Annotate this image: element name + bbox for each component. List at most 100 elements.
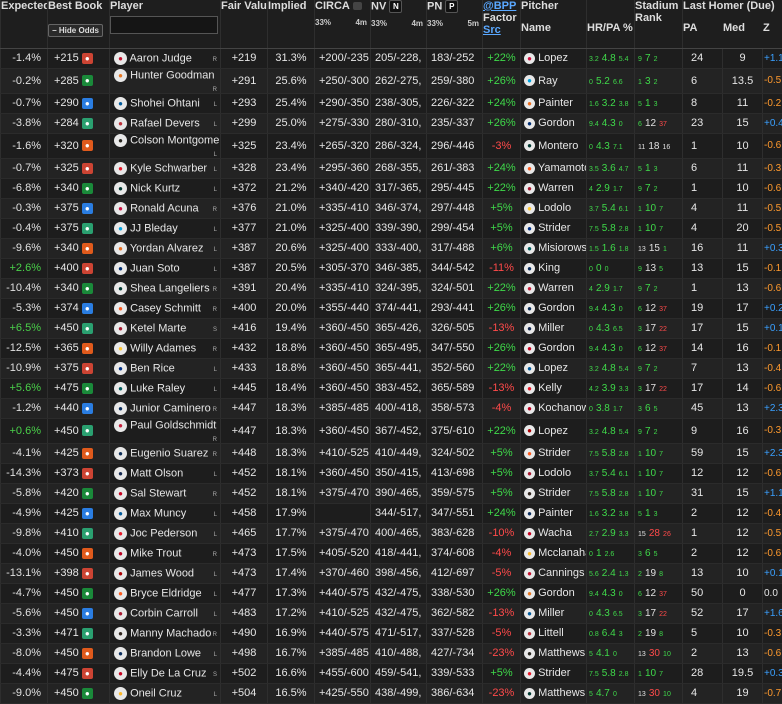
table-row[interactable]: -8.0%+450 ●● Brandon LoweL+49816.7%+385/… <box>1 643 782 663</box>
table-row[interactable]: -6.8%+340 ●● Nick KurtzL+37221.2%+340/-4… <box>1 178 782 198</box>
table-row[interactable]: -14.3%+373 ●● Matt OlsonL+45218.1%+360/-… <box>1 463 782 483</box>
player-cell[interactable]: ● Ronald AcunaR <box>110 198 221 218</box>
pitcher-cell[interactable]: ● Warren <box>521 178 587 198</box>
pitcher-name[interactable]: Warren <box>538 282 574 294</box>
player-cell[interactable]: ● Hunter GoodmanR <box>110 68 221 93</box>
pitcher-cell[interactable]: ● King <box>521 258 587 278</box>
best-book-cell[interactable]: +375 ● <box>48 358 110 378</box>
best-book-cell[interactable]: +373 ● <box>48 463 110 483</box>
pitcher-cell[interactable]: ● Strider <box>521 218 587 238</box>
pitcher-cell[interactable]: ● Gordon <box>521 113 587 133</box>
player-cell[interactable]: ● Elly De La CruzS <box>110 663 221 683</box>
table-row[interactable]: +0.6%+450 ●● Paul GoldschmidtR+44718.3%+… <box>1 418 782 443</box>
player-cell[interactable]: ● Oneil CruzL <box>110 683 221 703</box>
table-row[interactable]: -1.6%+320 ●● Colson Montgome…L+32523.4%+… <box>1 133 782 158</box>
best-book-cell[interactable]: +410 ● <box>48 523 110 543</box>
pitcher-name[interactable]: Gordon <box>538 117 575 129</box>
pitcher-name[interactable]: King <box>538 262 560 274</box>
player-cell[interactable]: ● JJ BledayL <box>110 218 221 238</box>
table-row[interactable]: -4.4%+475 ●● Elly De La CruzS+50216.6%+4… <box>1 663 782 683</box>
player-cell[interactable]: ● Aaron JudgeR <box>110 48 221 68</box>
table-row[interactable]: -1.2%+440 ●● Junior CamineroR+44718.3%+3… <box>1 398 782 418</box>
player-cell[interactable]: ● Paul GoldschmidtR <box>110 418 221 443</box>
player-name[interactable]: Brandon Lowe <box>130 647 201 659</box>
best-book-cell[interactable]: +375 ● <box>48 218 110 238</box>
pitcher-name[interactable]: Strider <box>538 487 570 499</box>
pitcher-name[interactable]: Mcclanahan <box>538 547 586 559</box>
player-name[interactable]: Mike Trout <box>130 547 181 559</box>
header-fair-value[interactable]: Fair Value <box>221 0 268 48</box>
table-row[interactable]: -0.7%+325 ●● Kyle SchwarberL+32823.4%+29… <box>1 158 782 178</box>
pitcher-name[interactable]: Montero <box>538 140 578 152</box>
pitcher-name[interactable]: Painter <box>538 507 573 519</box>
pitcher-name[interactable]: Gordon <box>538 587 575 599</box>
table-row[interactable]: -9.8%+410 ●● Joc PedersonL+46517.7%+375/… <box>1 523 782 543</box>
pitcher-cell[interactable]: ● Mcclanahan <box>521 543 587 563</box>
best-book-cell[interactable]: +340 ● <box>48 238 110 258</box>
player-cell[interactable]: ● James WoodL <box>110 563 221 583</box>
player-name[interactable]: Colson Montgome… <box>130 134 220 146</box>
header-expected-value[interactable]: Expected Value <box>1 0 48 48</box>
pitcher-cell[interactable]: ● Montero <box>521 133 587 158</box>
pitcher-name[interactable]: Strider <box>538 222 570 234</box>
player-name[interactable]: Hunter Goodman <box>130 69 214 81</box>
best-book-cell[interactable]: +475 ● <box>48 663 110 683</box>
bpp-link[interactable]: @BPP <box>483 0 520 12</box>
pitcher-cell[interactable]: ● Lodolo <box>521 463 587 483</box>
player-cell[interactable]: ● Sal StewartR <box>110 483 221 503</box>
best-book-cell[interactable]: +290 ● <box>48 93 110 113</box>
player-name[interactable]: Willy Adames <box>130 342 196 354</box>
player-cell[interactable]: ● Matt OlsonL <box>110 463 221 483</box>
best-book-cell[interactable]: +440 ● <box>48 398 110 418</box>
player-name[interactable]: Ronald Acuna <box>130 202 199 214</box>
best-book-cell[interactable]: +375 ● <box>48 198 110 218</box>
player-search-input[interactable] <box>110 16 218 34</box>
pitcher-name[interactable]: Strider <box>538 667 570 679</box>
pitcher-cell[interactable]: ● Ray <box>521 68 587 93</box>
pitcher-cell[interactable]: ● Misiorowski <box>521 238 587 258</box>
player-name[interactable]: Nick Kurtz <box>130 182 180 194</box>
hide-odds-button[interactable]: − Hide Odds <box>48 24 103 37</box>
best-book-cell[interactable]: +450 ● <box>48 643 110 663</box>
best-book-cell[interactable]: +425 ● <box>48 443 110 463</box>
table-row[interactable]: -5.3%+374 ●● Casey SchmittR+40020.0%+355… <box>1 298 782 318</box>
pitcher-cell[interactable]: ● Littell <box>521 623 587 643</box>
pitcher-name[interactable]: Ray <box>538 75 558 87</box>
table-row[interactable]: -0.7%+290 ●● Shohei OhtaniL+29325.4%+290… <box>1 93 782 113</box>
pitcher-cell[interactable]: ● Painter <box>521 503 587 523</box>
player-cell[interactable]: ● Bryce EldridgeL <box>110 583 221 603</box>
player-name[interactable]: Shohei Ohtani <box>130 97 200 109</box>
player-cell[interactable]: ● Kyle SchwarberL <box>110 158 221 178</box>
player-cell[interactable]: ● Mike TroutR <box>110 543 221 563</box>
best-book-cell[interactable]: +425 ● <box>48 503 110 523</box>
header-pn[interactable]: PN P33% 5m <box>427 0 483 48</box>
pitcher-cell[interactable]: ● Warren <box>521 278 587 298</box>
pitcher-cell[interactable]: ● Lopez <box>521 418 587 443</box>
best-book-cell[interactable]: +450 ● <box>48 318 110 338</box>
player-name[interactable]: James Wood <box>130 567 194 579</box>
player-name[interactable]: Bryce Eldridge <box>130 587 202 599</box>
pitcher-cell[interactable]: ● Strider <box>521 483 587 503</box>
header-circa[interactable]: CIRCA 33% 4m <box>315 0 371 48</box>
player-name[interactable]: Rafael Devers <box>130 117 200 129</box>
table-row[interactable]: -12.5%+365 ●● Willy AdamesR+43218.8%+360… <box>1 338 782 358</box>
player-name[interactable]: Kyle Schwarber <box>130 162 207 174</box>
pitcher-cell[interactable]: ● Lodolo <box>521 198 587 218</box>
pitcher-name[interactable]: Littell <box>538 627 564 639</box>
player-cell[interactable]: ● Max MuncyL <box>110 503 221 523</box>
table-row[interactable]: +6.5%+450 ●● Ketel MarteS+41619.4%+360/-… <box>1 318 782 338</box>
player-cell[interactable]: ● Rafael DeversL <box>110 113 221 133</box>
player-cell[interactable]: ● Casey SchmittR <box>110 298 221 318</box>
pitcher-name[interactable]: Kochanowicz <box>538 402 586 414</box>
player-cell[interactable]: ● Colson Montgome…L <box>110 133 221 158</box>
table-row[interactable]: -4.0%+450 ●● Mike TroutR+47317.5%+405/-5… <box>1 543 782 563</box>
pitcher-cell[interactable]: ● Lopez <box>521 358 587 378</box>
table-row[interactable]: +5.6%+475 ●● Luke RaleyL+44518.4%+360/-4… <box>1 378 782 398</box>
best-book-cell[interactable]: +420 ● <box>48 483 110 503</box>
pitcher-name[interactable]: Misiorowski <box>538 242 586 254</box>
best-book-cell[interactable]: +340 ● <box>48 178 110 198</box>
player-name[interactable]: Junior Caminero <box>130 402 211 414</box>
player-cell[interactable]: ● Eugenio SuarezR <box>110 443 221 463</box>
table-row[interactable]: -13.1%+398 ●● James WoodL+47317.4%+370/-… <box>1 563 782 583</box>
best-book-cell[interactable]: +450 ● <box>48 683 110 703</box>
